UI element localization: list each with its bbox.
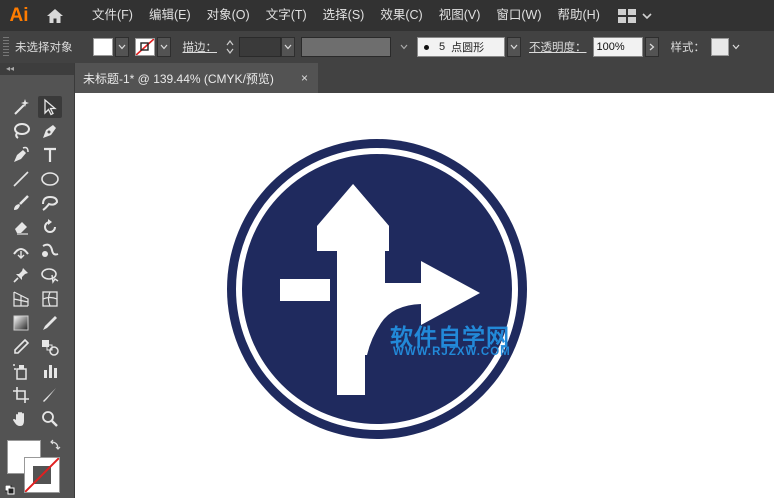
variable-width-dropdown[interactable] <box>397 37 411 57</box>
menu-effect[interactable]: 效果(C) <box>372 0 430 31</box>
eraser-tool-icon[interactable] <box>9 216 33 238</box>
menu-view[interactable]: 视图(V) <box>431 0 489 31</box>
chevron-down-icon <box>284 44 292 50</box>
paintbrush-tool-icon[interactable] <box>9 192 33 214</box>
style-dropdown[interactable] <box>729 37 743 57</box>
gradient-tool-icon[interactable] <box>9 312 33 334</box>
chevron-down-icon <box>732 44 740 50</box>
fill-swatch[interactable] <box>92 38 113 56</box>
perspective-grid-tool-icon[interactable] <box>9 288 33 310</box>
control-bar-grip[interactable] <box>3 37 9 57</box>
default-fill-stroke-icon[interactable] <box>4 484 15 495</box>
stroke-dropdown[interactable] <box>156 37 171 57</box>
width-tool-icon[interactable] <box>9 240 33 262</box>
type-tool-icon[interactable] <box>38 144 62 166</box>
stroke-weight-dropdown[interactable] <box>281 37 295 57</box>
menu-type[interactable]: 文字(T) <box>258 0 315 31</box>
document-tab-bar: 未标题-1* @ 139.44% (CMYK/预览) × <box>75 63 774 93</box>
stroke-label: 描边： <box>182 42 218 54</box>
artboard-tool-icon[interactable] <box>9 384 33 406</box>
brush-dot-icon <box>424 44 429 50</box>
opacity-input[interactable]: 100% <box>592 37 643 57</box>
symbol-sprayer-tool-icon[interactable] <box>9 360 33 382</box>
direct-selection-tool-icon[interactable] <box>38 96 62 118</box>
column-graph-tool-icon[interactable] <box>38 360 62 382</box>
swap-fill-stroke-icon[interactable] <box>49 439 61 451</box>
opacity-arrow[interactable] <box>644 37 659 57</box>
slice-tool-icon[interactable] <box>38 384 62 406</box>
lasso-tool-icon[interactable] <box>9 120 33 142</box>
pin-tool-icon[interactable] <box>9 264 33 286</box>
shape-builder-tool-icon[interactable] <box>38 264 62 286</box>
brush-name: 点圆形 <box>451 42 485 54</box>
menu-file[interactable]: 文件(F) <box>84 0 141 31</box>
variable-width-profile[interactable] <box>301 37 391 57</box>
chevron-down-icon <box>118 44 125 50</box>
pen-tool-icon[interactable] <box>38 120 62 142</box>
chevron-down-icon <box>160 44 167 50</box>
eyedropper-tool-icon[interactable] <box>9 336 33 358</box>
style-label: 样式： <box>670 42 706 54</box>
workspace-switcher[interactable] <box>617 8 654 23</box>
menu-help[interactable]: 帮助(H) <box>550 0 608 31</box>
artboard-canvas[interactable]: 软件自学网 WWW.RJZXW.COM <box>75 93 774 498</box>
brush-size: 5 <box>439 41 446 53</box>
curvature-tool-icon[interactable] <box>9 144 33 166</box>
opacity-label[interactable]: 不透明度： <box>529 39 587 55</box>
shaper-tool-icon[interactable] <box>38 192 62 214</box>
rotate-tool-icon[interactable] <box>38 216 62 238</box>
mesh-tool-icon[interactable] <box>38 288 62 310</box>
home-icon[interactable] <box>38 0 72 31</box>
menu-object[interactable]: 对象(O) <box>199 0 258 31</box>
menu-select[interactable]: 选择(S) <box>315 0 373 31</box>
selection-status: 未选择对象 <box>15 42 73 54</box>
tools-panel: ◂◂ <box>0 63 75 498</box>
graphic-style-swatch[interactable] <box>711 38 729 56</box>
zoom-tool-icon[interactable] <box>38 408 62 430</box>
warp-tool-icon[interactable] <box>38 240 62 262</box>
ellipse-tool-icon[interactable] <box>38 168 62 190</box>
brush-dropdown[interactable] <box>507 37 521 57</box>
stroke-weight-stepper[interactable] <box>223 37 237 57</box>
hand-tool-icon[interactable] <box>9 408 33 430</box>
blend-tool-icon[interactable] <box>38 336 62 358</box>
left-bar-shape <box>280 279 330 301</box>
magic-wand-tool-icon[interactable] <box>9 96 33 118</box>
chevron-right-icon <box>649 43 654 51</box>
chevron-down-icon <box>642 12 652 19</box>
fill-dropdown[interactable] <box>114 37 129 57</box>
line-tool-icon[interactable] <box>9 168 33 190</box>
control-bar: 未选择对象 描边： 5 点圆形 不透明度： 100% 样式： <box>0 31 774 64</box>
menu-bar: Ai 文件(F) 编辑(E) 对象(O) 文字(T) 选择(S) 效果(C) 视… <box>0 0 774 31</box>
close-icon[interactable]: × <box>301 71 308 85</box>
document-tab[interactable]: 未标题-1* @ 139.44% (CMYK/预览) × <box>75 63 318 93</box>
stroke-weight-input[interactable] <box>239 37 281 57</box>
stroke-swatch[interactable] <box>134 38 155 56</box>
menu-edit[interactable]: 编辑(E) <box>141 0 199 31</box>
brush-definition[interactable]: 5 点圆形 <box>417 37 505 57</box>
document-tab-title: 未标题-1* @ 139.44% (CMYK/预览) <box>83 71 274 86</box>
menu-window[interactable]: 窗口(W) <box>488 0 549 31</box>
watermark-url: WWW.RJZXW.COM <box>393 346 511 358</box>
eyedropper-bar-icon[interactable] <box>38 312 62 334</box>
app-logo[interactable]: Ai <box>0 0 38 31</box>
traffic-sign-artwork[interactable] <box>75 93 774 498</box>
workspace-grid-icon <box>617 8 636 23</box>
opacity-value: 100% <box>596 41 625 53</box>
panel-collapse-arrows[interactable]: ◂◂ <box>0 63 74 75</box>
chevron-down-icon <box>400 44 408 50</box>
chevron-down-icon <box>510 44 518 50</box>
stroke-color-box[interactable] <box>24 457 60 493</box>
